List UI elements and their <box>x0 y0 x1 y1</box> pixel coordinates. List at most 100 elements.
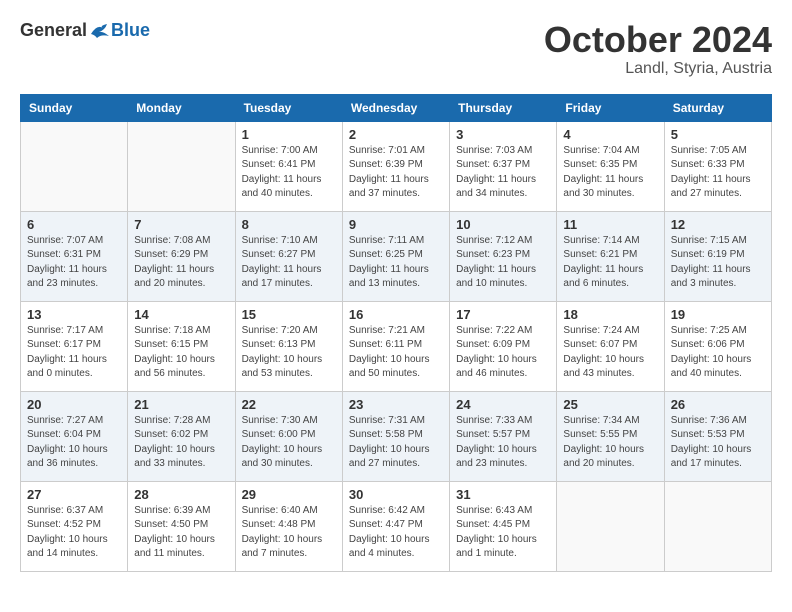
calendar-cell: 17 Sunrise: 7:22 AM Sunset: 6:09 PM Dayli… <box>450 301 557 391</box>
day-info: Sunrise: 7:31 AM Sunset: 5:58 PM Dayligh… <box>349 414 443 472</box>
calendar-cell: 9 Sunrise: 7:11 AM Sunset: 6:25 PM Daylig… <box>342 211 449 301</box>
day-info: Sunrise: 7:08 AM Sunset: 6:29 PM Dayligh… <box>134 234 228 292</box>
calendar-cell: 1 Sunrise: 7:00 AM Sunset: 6:41 PM Daylig… <box>235 121 342 211</box>
day-number: 31 <box>456 487 550 502</box>
logo-blue-text: Blue <box>111 20 150 41</box>
column-header-saturday: Saturday <box>664 94 771 121</box>
day-info: Sunrise: 7:28 AM Sunset: 6:02 PM Dayligh… <box>134 414 228 472</box>
day-number: 12 <box>671 217 765 232</box>
day-info: Sunrise: 7:30 AM Sunset: 6:00 PM Dayligh… <box>242 414 336 472</box>
day-info: Sunrise: 7:33 AM Sunset: 5:57 PM Dayligh… <box>456 414 550 472</box>
day-info: Sunrise: 7:15 AM Sunset: 6:19 PM Dayligh… <box>671 234 765 292</box>
day-info: Sunrise: 7:03 AM Sunset: 6:37 PM Dayligh… <box>456 144 550 202</box>
logo-bird-icon <box>89 22 111 40</box>
column-header-friday: Friday <box>557 94 664 121</box>
day-info: Sunrise: 7:10 AM Sunset: 6:27 PM Dayligh… <box>242 234 336 292</box>
calendar-table: SundayMondayTuesdayWednesdayThursdayFrid… <box>20 94 772 572</box>
day-number: 9 <box>349 217 443 232</box>
calendar-cell: 22 Sunrise: 7:30 AM Sunset: 6:00 PM Dayli… <box>235 391 342 481</box>
day-number: 5 <box>671 127 765 142</box>
day-info: Sunrise: 6:37 AM Sunset: 4:52 PM Dayligh… <box>27 504 121 562</box>
logo-general-text: General <box>20 20 87 41</box>
day-info: Sunrise: 7:22 AM Sunset: 6:09 PM Dayligh… <box>456 324 550 382</box>
day-info: Sunrise: 7:04 AM Sunset: 6:35 PM Dayligh… <box>563 144 657 202</box>
calendar-cell: 19Sunrise: 7:25 AM Sunset: 6:06 PM Dayli… <box>664 301 771 391</box>
day-info: Sunrise: 7:18 AM Sunset: 6:15 PM Dayligh… <box>134 324 228 382</box>
day-info: Sunrise: 7:01 AM Sunset: 6:39 PM Dayligh… <box>349 144 443 202</box>
day-number: 22 <box>242 397 336 412</box>
day-number: 29 <box>242 487 336 502</box>
day-number: 23 <box>349 397 443 412</box>
calendar-cell: 2 Sunrise: 7:01 AM Sunset: 6:39 PM Daylig… <box>342 121 449 211</box>
day-info: Sunrise: 7:11 AM Sunset: 6:25 PM Dayligh… <box>349 234 443 292</box>
day-number: 17 <box>456 307 550 322</box>
day-info: Sunrise: 6:43 AM Sunset: 4:45 PM Dayligh… <box>456 504 550 562</box>
day-number: 28 <box>134 487 228 502</box>
column-header-wednesday: Wednesday <box>342 94 449 121</box>
day-number: 2 <box>349 127 443 142</box>
calendar-cell: 24 Sunrise: 7:33 AM Sunset: 5:57 PM Dayli… <box>450 391 557 481</box>
calendar-cell: 11Sunrise: 7:14 AM Sunset: 6:21 PM Dayli… <box>557 211 664 301</box>
day-info: Sunrise: 7:07 AM Sunset: 6:31 PM Dayligh… <box>27 234 121 292</box>
location-title: Landl, Styria, Austria <box>544 60 772 78</box>
day-number: 30 <box>349 487 443 502</box>
day-number: 16 <box>349 307 443 322</box>
calendar-cell: 26Sunrise: 7:36 AM Sunset: 5:53 PM Dayli… <box>664 391 771 481</box>
calendar-cell: 14 Sunrise: 7:18 AM Sunset: 6:15 PM Dayli… <box>128 301 235 391</box>
calendar-cell: 8 Sunrise: 7:10 AM Sunset: 6:27 PM Daylig… <box>235 211 342 301</box>
column-header-monday: Monday <box>128 94 235 121</box>
logo: General Blue <box>20 20 150 41</box>
day-info: Sunrise: 6:39 AM Sunset: 4:50 PM Dayligh… <box>134 504 228 562</box>
day-number: 4 <box>563 127 657 142</box>
calendar-cell: 16 Sunrise: 7:21 AM Sunset: 6:11 PM Dayli… <box>342 301 449 391</box>
title-block: October 2024 Landl, Styria, Austria <box>544 20 772 78</box>
day-info: Sunrise: 7:21 AM Sunset: 6:11 PM Dayligh… <box>349 324 443 382</box>
day-info: Sunrise: 7:27 AM Sunset: 6:04 PM Dayligh… <box>27 414 121 472</box>
day-info: Sunrise: 7:14 AM Sunset: 6:21 PM Dayligh… <box>563 234 657 292</box>
day-info: Sunrise: 7:00 AM Sunset: 6:41 PM Dayligh… <box>242 144 336 202</box>
day-number: 18 <box>563 307 657 322</box>
calendar-cell: 21 Sunrise: 7:28 AM Sunset: 6:02 PM Dayli… <box>128 391 235 481</box>
calendar-cell <box>128 121 235 211</box>
calendar-cell: 29 Sunrise: 6:40 AM Sunset: 4:48 PM Dayli… <box>235 481 342 571</box>
day-number: 1 <box>242 127 336 142</box>
calendar-cell: 6 Sunrise: 7:07 AM Sunset: 6:31 PM Daylig… <box>21 211 128 301</box>
calendar-week-row: 6 Sunrise: 7:07 AM Sunset: 6:31 PM Daylig… <box>21 211 772 301</box>
calendar-week-row: 27 Sunrise: 6:37 AM Sunset: 4:52 PM Dayli… <box>21 481 772 571</box>
day-info: Sunrise: 7:05 AM Sunset: 6:33 PM Dayligh… <box>671 144 765 202</box>
day-number: 27 <box>27 487 121 502</box>
day-number: 10 <box>456 217 550 232</box>
day-number: 13 <box>27 307 121 322</box>
page-header: General Blue October 2024 Landl, Styria,… <box>20 20 772 78</box>
calendar-week-row: 1 Sunrise: 7:00 AM Sunset: 6:41 PM Daylig… <box>21 121 772 211</box>
calendar-cell: 10Sunrise: 7:12 AM Sunset: 6:23 PM Dayli… <box>450 211 557 301</box>
day-number: 24 <box>456 397 550 412</box>
calendar-cell <box>664 481 771 571</box>
calendar-cell: 18Sunrise: 7:24 AM Sunset: 6:07 PM Dayli… <box>557 301 664 391</box>
calendar-cell: 3 Sunrise: 7:03 AM Sunset: 6:37 PM Daylig… <box>450 121 557 211</box>
calendar-header-row: SundayMondayTuesdayWednesdayThursdayFrid… <box>21 94 772 121</box>
day-info: Sunrise: 7:20 AM Sunset: 6:13 PM Dayligh… <box>242 324 336 382</box>
calendar-cell: 15 Sunrise: 7:20 AM Sunset: 6:13 PM Dayli… <box>235 301 342 391</box>
day-number: 8 <box>242 217 336 232</box>
calendar-cell <box>21 121 128 211</box>
calendar-cell: 25Sunrise: 7:34 AM Sunset: 5:55 PM Dayli… <box>557 391 664 481</box>
day-number: 15 <box>242 307 336 322</box>
day-info: Sunrise: 6:40 AM Sunset: 4:48 PM Dayligh… <box>242 504 336 562</box>
calendar-cell: 7 Sunrise: 7:08 AM Sunset: 6:29 PM Daylig… <box>128 211 235 301</box>
day-number: 25 <box>563 397 657 412</box>
day-number: 3 <box>456 127 550 142</box>
calendar-week-row: 13Sunrise: 7:17 AM Sunset: 6:17 PM Dayli… <box>21 301 772 391</box>
month-title: October 2024 <box>544 20 772 60</box>
day-number: 21 <box>134 397 228 412</box>
day-number: 14 <box>134 307 228 322</box>
calendar-cell: 27 Sunrise: 6:37 AM Sunset: 4:52 PM Dayli… <box>21 481 128 571</box>
calendar-cell: 30Sunrise: 6:42 AM Sunset: 4:47 PM Dayli… <box>342 481 449 571</box>
day-number: 7 <box>134 217 228 232</box>
day-info: Sunrise: 7:36 AM Sunset: 5:53 PM Dayligh… <box>671 414 765 472</box>
calendar-cell: 4 Sunrise: 7:04 AM Sunset: 6:35 PM Daylig… <box>557 121 664 211</box>
calendar-cell: 13Sunrise: 7:17 AM Sunset: 6:17 PM Dayli… <box>21 301 128 391</box>
calendar-cell: 28 Sunrise: 6:39 AM Sunset: 4:50 PM Dayli… <box>128 481 235 571</box>
calendar-cell: 23 Sunrise: 7:31 AM Sunset: 5:58 PM Dayli… <box>342 391 449 481</box>
day-number: 6 <box>27 217 121 232</box>
